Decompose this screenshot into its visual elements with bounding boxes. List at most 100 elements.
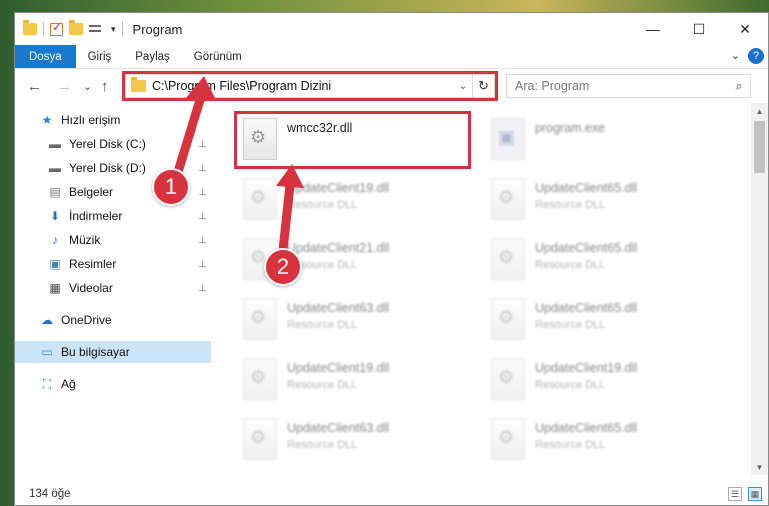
- drive-icon: ▬: [49, 137, 61, 151]
- file-info: UpdateClient21.dll Resource DLL: [287, 241, 389, 289]
- forward-button[interactable]: →: [57, 78, 72, 95]
- sidebar-item-label: OneDrive: [61, 313, 112, 327]
- ribbon-tab-paylaş[interactable]: Paylaş: [123, 45, 182, 68]
- sidebar-item-label: Belgeler: [69, 185, 114, 199]
- minimize-button[interactable]: —: [630, 13, 676, 45]
- file-type: Resource DLL: [535, 199, 606, 211]
- download-icon: ⬇: [49, 209, 61, 223]
- file-info: UpdateClient65.dll Resource DLL: [535, 181, 637, 229]
- file-item[interactable]: UpdateClient65.dll Resource DLL: [483, 173, 723, 229]
- up-button[interactable]: ↑: [101, 78, 109, 95]
- file-item[interactable]: UpdateClient63.dll Resource DLL: [235, 293, 475, 349]
- file-type: Resource DLL: [535, 379, 606, 391]
- pin-icon[interactable]: ⊥: [198, 211, 207, 222]
- ribbon-tab-görünüm[interactable]: Görünüm: [182, 45, 254, 68]
- file-type: Resource DLL: [535, 259, 606, 271]
- sidebar-item-label: Bu bilgisayar: [61, 345, 130, 359]
- file-item[interactable]: UpdateClient63.dll Resource DLL: [235, 413, 475, 469]
- status-bar: 134 öğe ☰ ▦: [15, 483, 768, 505]
- close-button[interactable]: ✕: [722, 13, 768, 45]
- file-info: UpdateClient63.dll Resource DLL: [287, 301, 389, 349]
- file-info: program.exe: [535, 121, 605, 169]
- properties-icon[interactable]: [50, 20, 63, 36]
- file-item[interactable]: UpdateClient65.dll Resource DLL: [483, 233, 723, 289]
- pin-icon[interactable]: ⊥: [198, 139, 207, 150]
- file-item[interactable]: UpdateClient19.dll Resource DLL: [235, 353, 475, 409]
- ribbon-tab-dosya[interactable]: Dosya: [15, 45, 76, 68]
- address-highlight-box: [122, 71, 498, 101]
- sidebar-item[interactable]: ▣ Resimler ⊥: [15, 253, 211, 275]
- file-info: UpdateClient63.dll Resource DLL: [287, 421, 389, 469]
- dll-file-icon: [491, 358, 525, 400]
- customize-toolbar-chevron-icon[interactable]: ▾: [111, 24, 116, 35]
- sidebar-item[interactable]: ▭ Bu bilgisayar: [15, 341, 211, 363]
- pictures-icon: ▣: [49, 257, 61, 271]
- file-type: Resource DLL: [535, 319, 606, 331]
- file-name: UpdateClient19.dll: [535, 361, 638, 375]
- details-view-icon[interactable]: ☰: [728, 487, 742, 501]
- ribbon-tab-giriş[interactable]: Giriş: [76, 45, 124, 68]
- file-name: UpdateClient63.dll: [287, 421, 390, 435]
- pin-icon[interactable]: ⊥: [198, 187, 207, 198]
- pin-icon[interactable]: ⊥: [198, 259, 207, 270]
- file-type: Resource DLL: [287, 379, 358, 391]
- maximize-button[interactable]: ☐: [676, 13, 722, 45]
- file-item[interactable]: UpdateClient19.dll Resource DLL: [235, 173, 475, 229]
- sidebar-item-label: Resimler: [69, 257, 117, 271]
- pin-icon[interactable]: ⊥: [198, 163, 207, 174]
- sidebar-item-label: Yerel Disk (D:): [69, 161, 146, 175]
- file-item[interactable]: UpdateClient65.dll Resource DLL: [483, 413, 723, 469]
- scroll-up-icon[interactable]: ▲: [751, 103, 768, 119]
- cloud-icon: ☁: [41, 313, 53, 327]
- search-box[interactable]: Ara: Program ⌕: [506, 74, 751, 98]
- view-options-icon[interactable]: [89, 23, 105, 35]
- file-item[interactable]: UpdateClient65.dll Resource DLL: [483, 293, 723, 349]
- expand-ribbon-icon[interactable]: ⌄: [731, 49, 740, 62]
- file-type: Resource DLL: [287, 439, 358, 451]
- exe-file-icon: [491, 118, 525, 160]
- sidebar-item[interactable]: ▦ Videolar ⊥: [15, 277, 211, 299]
- vertical-scrollbar[interactable]: ▲ ▼: [751, 103, 768, 475]
- file-info: UpdateClient65.dll Resource DLL: [535, 241, 637, 289]
- recent-locations-button[interactable]: ⌄: [83, 80, 92, 93]
- sidebar-item[interactable]: ♪ Müzik ⊥: [15, 229, 211, 251]
- file-type: Resource DLL: [287, 259, 358, 271]
- pin-icon[interactable]: ⊥: [198, 283, 207, 294]
- new-folder-icon[interactable]: [69, 20, 83, 35]
- dll-file-icon: [491, 418, 525, 460]
- help-icon[interactable]: ?: [748, 48, 764, 64]
- dll-file-icon: [243, 298, 277, 340]
- file-name: UpdateClient65.dll: [535, 301, 638, 315]
- file-name: program.exe: [535, 121, 606, 135]
- computer-icon: ▭: [41, 345, 53, 359]
- file-info: UpdateClient19.dll Resource DLL: [535, 361, 637, 409]
- video-icon: ▦: [49, 281, 61, 295]
- file-info: UpdateClient65.dll Resource DLL: [535, 421, 637, 469]
- sidebar-item-label: Videolar: [69, 281, 113, 295]
- search-placeholder[interactable]: Ara: Program: [515, 79, 728, 93]
- scrollbar-thumb[interactable]: [754, 121, 765, 173]
- navigation-pane: ★ Hızlı erişim ▬ Yerel Disk (C:) ⊥ ▬ Yerel Dis…: [15, 109, 211, 471]
- tiles-view-icon[interactable]: ▦: [748, 487, 762, 501]
- sidebar-item[interactable]: ☁ OneDrive: [15, 309, 211, 331]
- window-controls: — ☐ ✕: [630, 13, 768, 45]
- dll-file-icon: [243, 178, 277, 220]
- search-icon[interactable]: ⌕: [728, 78, 750, 94]
- scroll-down-icon[interactable]: ▼: [751, 459, 768, 475]
- dll-file-icon: [491, 178, 525, 220]
- toolbar-divider: [43, 22, 44, 36]
- sidebar-item[interactable]: ▬ Yerel Disk (C:) ⊥: [15, 133, 211, 155]
- file-name: UpdateClient65.dll: [535, 241, 638, 255]
- file-item[interactable]: UpdateClient19.dll Resource DLL: [483, 353, 723, 409]
- file-highlight-box: [234, 111, 471, 169]
- star-icon: ★: [41, 113, 53, 127]
- view-switcher: ☰ ▦: [728, 487, 762, 501]
- pin-icon[interactable]: ⊥: [198, 235, 207, 246]
- file-name: UpdateClient63.dll: [287, 301, 390, 315]
- dll-file-icon: [491, 238, 525, 280]
- sidebar-item[interactable]: ★ Hızlı erişim: [15, 109, 211, 131]
- sidebar-item[interactable]: ⬇ İndirmeler ⊥: [15, 205, 211, 227]
- file-item[interactable]: program.exe: [483, 113, 723, 169]
- back-button[interactable]: ←: [27, 78, 42, 95]
- sidebar-item[interactable]: ⛶ Ağ: [15, 373, 211, 395]
